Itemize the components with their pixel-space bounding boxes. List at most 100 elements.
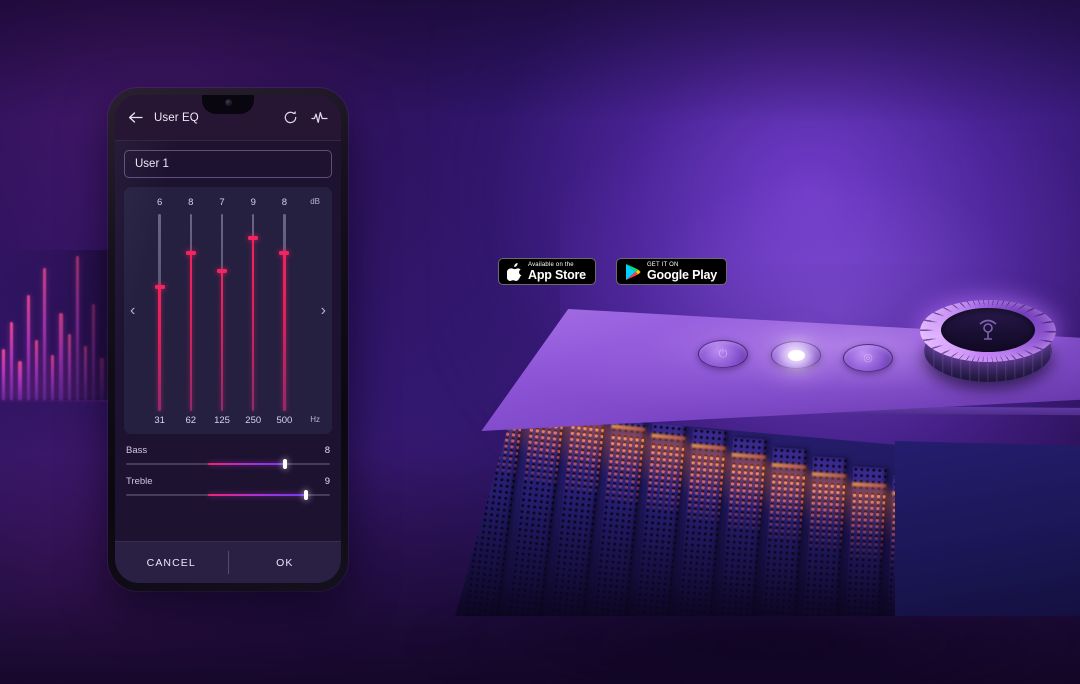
phone-screen: User EQ User 1 6 8 7 9 8 dB 31 62 125 25… [115, 95, 341, 583]
eq-unit-spacer [300, 214, 320, 411]
eq-thumb[interactable] [248, 235, 259, 240]
app-store-small-text: Available on the [528, 261, 574, 268]
eq-band-slider[interactable] [269, 214, 300, 411]
waveform-bar [43, 268, 47, 400]
eq-track [185, 214, 196, 411]
back-button[interactable] [125, 108, 145, 128]
eq-prev-button[interactable]: ‹ [130, 302, 135, 319]
app-store-big-text: App Store [528, 267, 586, 282]
eq-unit-hz: Hz [310, 415, 321, 424]
eq-fill [189, 253, 193, 411]
tone-fill [207, 463, 286, 465]
volume-dial[interactable] [918, 294, 1058, 390]
tone-thumb[interactable] [303, 490, 308, 500]
sound-mode-icon: ◎ [863, 351, 873, 364]
cancel-button[interactable]: CANCEL [115, 542, 228, 583]
dial-face [941, 308, 1035, 352]
tone-slider[interactable] [126, 459, 330, 469]
eq-band-frequency: 31 [154, 415, 165, 426]
dialog-actions: CANCEL OK [115, 541, 341, 583]
waveform-bar [34, 340, 39, 400]
power-icon: ⏻ [718, 347, 728, 360]
tone-row-treble: Treble 9 [124, 476, 332, 500]
ok-button[interactable]: OK [229, 542, 342, 583]
audio-pulse-icon [310, 111, 328, 123]
eq-fill [283, 253, 286, 411]
phone-notch [202, 95, 254, 114]
waveform-bar [84, 346, 88, 400]
eq-band-slider[interactable] [238, 214, 269, 411]
equalizer-frequency-row: 31 62 125 250 500 Hz [130, 415, 326, 426]
grille-led-glow [846, 485, 889, 538]
tone-row-bass: Bass 8 [124, 445, 332, 469]
grille-led-glow [724, 456, 769, 510]
eq-track [248, 214, 259, 411]
eq-thumb[interactable] [154, 284, 165, 289]
eq-thumb[interactable] [217, 269, 227, 274]
phone-mockup: User EQ User 1 6 8 7 9 8 dB 31 62 125 25… [108, 88, 348, 591]
tone-value: 8 [324, 445, 330, 456]
light-button[interactable] [771, 341, 821, 369]
eq-band-frequency: 250 [245, 415, 262, 426]
audio-pulse-button[interactable] [309, 108, 329, 128]
tone-label: Treble [126, 476, 153, 487]
eq-next-button[interactable]: › [321, 302, 326, 319]
google-play-big-text: Google Play [646, 267, 717, 282]
eq-thumb[interactable] [185, 251, 196, 256]
page-title: User EQ [154, 111, 199, 124]
power-button[interactable]: ⏻ [698, 340, 748, 368]
front-camera-icon [224, 99, 232, 106]
waveform-bar [100, 358, 104, 400]
sound-mode-button[interactable]: ◎ [843, 344, 893, 372]
waveform-bar [59, 313, 63, 400]
store-badges: Available on the App Store GET IT ON Goo… [498, 258, 727, 285]
tone-thumb[interactable] [283, 459, 288, 469]
eq-fill [220, 271, 224, 411]
eq-band-value: 6 [156, 197, 163, 208]
eq-band-slider[interactable] [206, 214, 237, 411]
reset-button[interactable] [280, 108, 300, 128]
eq-thumb[interactable] [279, 251, 290, 256]
grille-led-glow [684, 446, 729, 500]
tone-fill [207, 494, 306, 496]
grille-led-glow [603, 427, 648, 482]
tone-header: Treble 9 [126, 476, 330, 487]
eq-band-value: 9 [250, 197, 256, 208]
eq-band-frequency: 500 [276, 415, 293, 426]
google-play-badge[interactable]: GET IT ON Google Play [615, 258, 727, 285]
eq-band-frequency: 62 [185, 415, 197, 426]
google-play-small-text: GET IT ON [646, 261, 679, 268]
eq-track [217, 214, 227, 411]
waveform-bar [67, 334, 71, 400]
eq-unit-db: dB [310, 197, 321, 206]
tone-slider[interactable] [126, 490, 330, 500]
xboom-mark-icon [979, 319, 997, 340]
grille-led-glow [805, 475, 849, 529]
eq-band-slider[interactable] [144, 214, 175, 411]
equalizer-sliders [130, 208, 326, 415]
equalizer-panel: 6 8 7 9 8 dB 31 62 125 250 500 Hz ‹ › [124, 187, 332, 434]
arrow-left-icon [128, 112, 143, 123]
eq-fill [158, 286, 161, 411]
reset-circle-icon [284, 111, 296, 124]
grille-led-glow [765, 466, 809, 519]
apple-logo-icon [507, 262, 522, 281]
waveform-bar [26, 295, 30, 400]
tone-label: Bass [126, 445, 148, 456]
preset-name-input[interactable]: User 1 [124, 150, 332, 178]
tone-value: 9 [324, 476, 330, 487]
waveform-bar [75, 256, 80, 400]
waveform-bar [10, 322, 14, 400]
waveform-bar [2, 349, 6, 400]
app-store-badge[interactable]: Available on the App Store [498, 258, 596, 285]
google-play-icon [625, 263, 641, 280]
eq-fill [251, 237, 255, 411]
eq-band-value: 8 [188, 197, 194, 208]
tone-header: Bass 8 [126, 445, 330, 456]
eq-band-slider[interactable] [175, 214, 206, 411]
preset-name-value: User 1 [135, 158, 169, 170]
xboom-speaker: ⏻ ◎ [415, 294, 1080, 684]
eq-track [154, 214, 165, 411]
eq-band-value: 8 [281, 197, 288, 208]
equalizer-values-row: 6 8 7 9 8 dB [130, 197, 326, 208]
